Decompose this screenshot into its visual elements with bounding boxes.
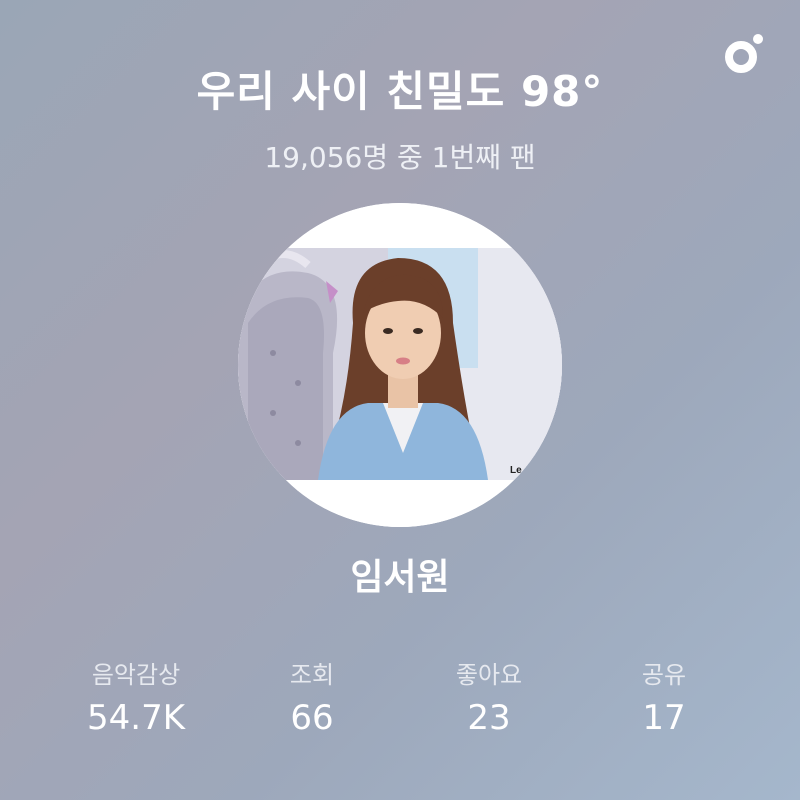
stat-value: 23 xyxy=(467,698,511,738)
stat-label: 공유 xyxy=(641,661,687,689)
fan-intimacy-card: 우리 사이 친밀도 98° 19,056명 중 1번째 팬 Le 임서원 음악감… xyxy=(0,0,800,800)
photo-watermark: Le xyxy=(510,465,522,476)
stat-listens: 음악감상 54.7K xyxy=(36,655,236,738)
stat-label: 음악감상 xyxy=(91,661,181,689)
stat-value: 54.7K xyxy=(87,698,185,738)
page-title: 우리 사이 친밀도 98° xyxy=(196,67,604,116)
stat-value: 66 xyxy=(290,698,334,738)
stats-row: 음악감상 54.7K 조회 66 좋아요 23 공유 17 xyxy=(0,655,800,755)
brand-ring-logo-icon[interactable] xyxy=(722,28,770,76)
stat-value: 17 xyxy=(642,698,686,738)
stat-shares: 공유 17 xyxy=(564,655,764,738)
stat-label: 좋아요 xyxy=(455,661,523,689)
artist-avatar: Le xyxy=(238,203,562,527)
stat-label: 조회 xyxy=(289,661,335,689)
stat-likes: 좋아요 23 xyxy=(389,655,589,738)
fan-rank-text: 19,056명 중 1번째 팬 xyxy=(264,141,536,174)
artist-name: 임서원 xyxy=(350,557,450,598)
stat-views: 조회 66 xyxy=(212,655,412,738)
